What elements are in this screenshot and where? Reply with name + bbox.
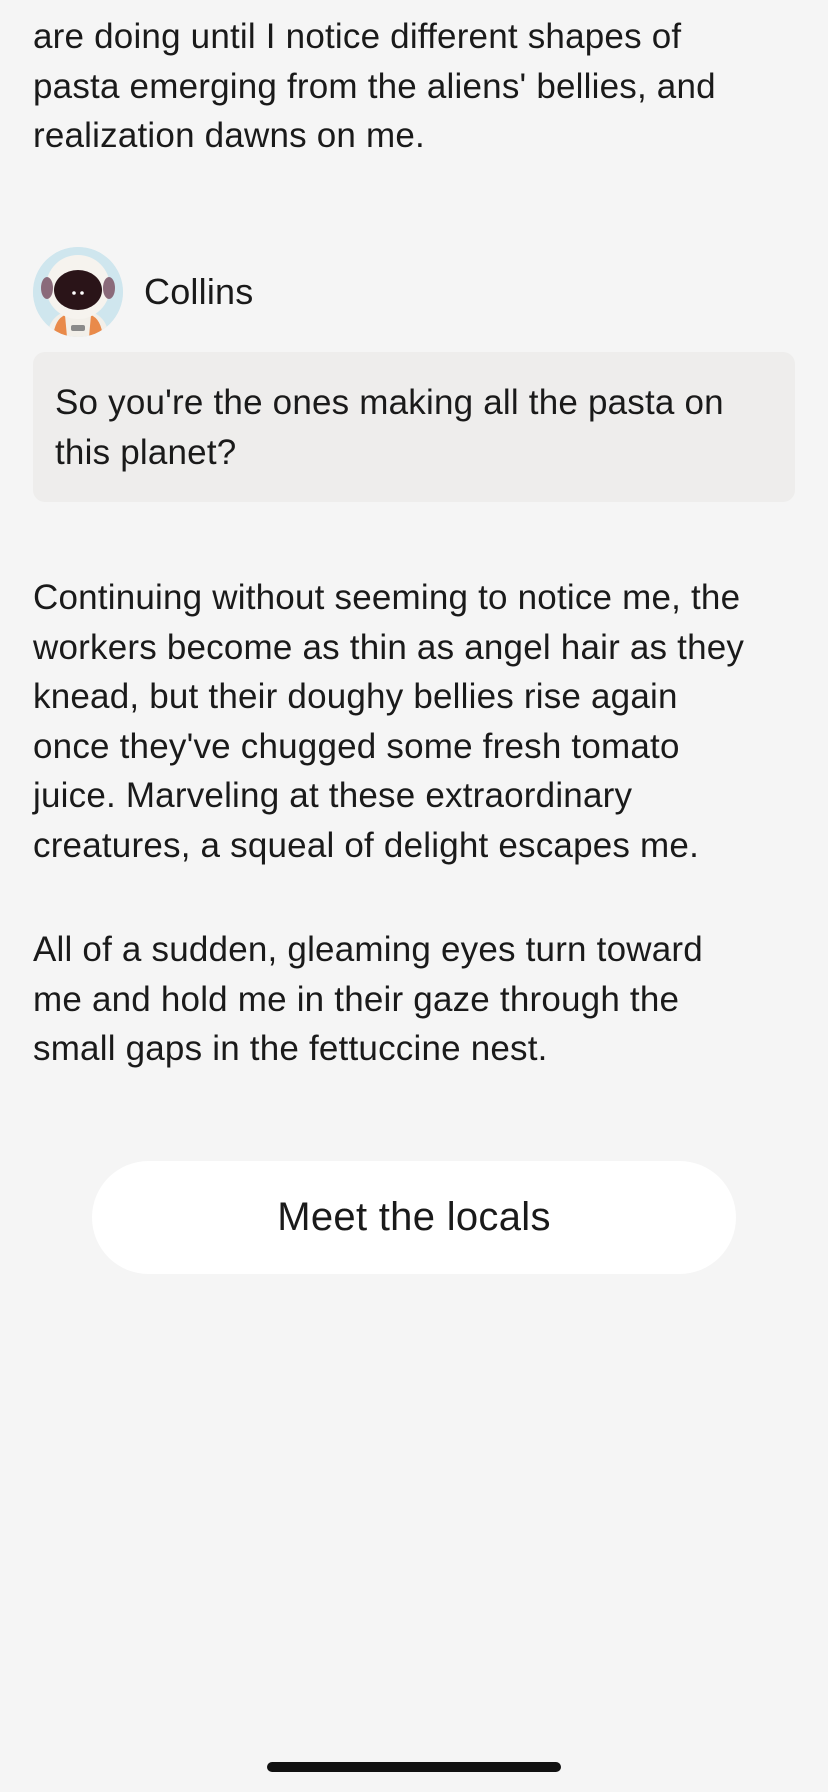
dialogue-line: So you're the ones making all the pasta …: [55, 383, 724, 422]
story-paragraph: All of a sudden, gleaming eyes turn towa…: [33, 925, 795, 1074]
paragraph-line: workers become as thin as angel hair as …: [33, 627, 745, 667]
paragraph-line: Continuing without seeming to notice me,…: [33, 578, 741, 617]
dialogue-bubble: So you're the ones making all the pasta …: [33, 352, 795, 502]
story-paragraph: Continuing without seeming to notice me,…: [33, 573, 795, 870]
paragraph-line: once they've chugged some fresh tomato: [33, 726, 680, 766]
meet-the-locals-button[interactable]: Meet the locals: [92, 1161, 736, 1274]
intro-line: pasta emerging from the aliens' bellies,…: [33, 66, 716, 106]
speaker-name: Collins: [144, 271, 254, 312]
paragraph-line: me and hold me in their gaze through the: [33, 979, 680, 1019]
paragraph-line: All of a sudden, gleaming eyes turn towa…: [33, 930, 703, 969]
paragraph-line: small gaps in the fettuccine nest.: [33, 1029, 548, 1068]
speaker-header: Collins: [33, 247, 253, 337]
intro-line: are doing until I notice different shape…: [33, 17, 682, 56]
paragraph-line: juice. Marveling at these extraordinary: [33, 776, 633, 815]
intro-line: realization dawns on me.: [33, 116, 425, 155]
dialogue-line: this planet?: [55, 432, 237, 472]
paragraph-line: creatures, a squeal of delight escapes m…: [33, 825, 699, 865]
home-indicator[interactable]: [267, 1762, 561, 1772]
story-intro-paragraph: are doing until I notice different shape…: [33, 12, 795, 161]
paragraph-line: knead, but their doughy bellies rise aga…: [33, 677, 678, 716]
astronaut-avatar-icon: [33, 247, 123, 337]
